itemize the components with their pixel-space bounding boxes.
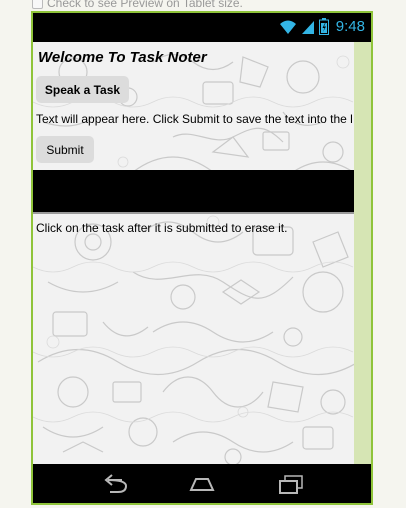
doodle-background: [33, 53, 354, 464]
back-icon[interactable]: [100, 473, 130, 495]
phone-device-frame: 9:48 Welcome To Task Noter Speak a Task …: [31, 11, 373, 505]
signal-icon: [301, 20, 314, 34]
checkbox-box[interactable]: [32, 0, 43, 9]
navigation-bar: [33, 464, 371, 503]
status-time: 9:48: [335, 18, 365, 35]
status-bar: 9:48: [33, 13, 371, 42]
app-title: Welcome To Task Noter: [38, 49, 207, 66]
hint-text: Click on the task after it is submitted …: [36, 221, 288, 235]
home-icon[interactable]: [187, 473, 217, 495]
wifi-icon: [279, 20, 296, 34]
speech-output-text: Text will appear here. Click Submit to s…: [36, 112, 353, 126]
task-list[interactable]: [33, 170, 354, 214]
status-icons: 9:48: [279, 18, 365, 35]
app-screen: Welcome To Task Noter Speak a Task Text …: [33, 42, 354, 464]
speak-task-button[interactable]: Speak a Task: [36, 76, 129, 103]
battery-icon: [318, 18, 329, 35]
submit-button[interactable]: Submit: [36, 136, 94, 163]
recent-apps-icon[interactable]: [276, 473, 306, 495]
tablet-preview-label: Check to see Preview on Tablet size.: [47, 0, 243, 10]
